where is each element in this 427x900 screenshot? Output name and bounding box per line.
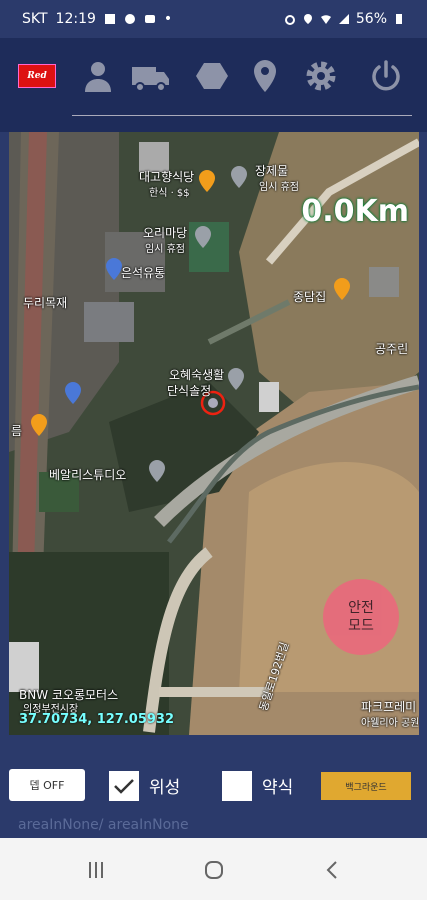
location-pin-icon[interactable] <box>247 58 283 94</box>
map-label: 단식솔정 <box>167 384 212 398</box>
control-panel: 뎁 OFF 위성 약식 백그라운드 <box>0 735 427 817</box>
check-icon <box>114 779 134 794</box>
battery-percent: 56% <box>355 11 387 27</box>
safe-mode-line2: 모드 <box>348 618 374 634</box>
restaurant-pin-icon[interactable] <box>199 170 215 192</box>
carrier-label: SKT <box>22 11 48 27</box>
safe-mode-line1: 안전 <box>348 600 374 616</box>
recent-apps-icon[interactable] <box>86 860 106 880</box>
map-label: 오리마당 <box>143 226 188 240</box>
toolbar-divider <box>72 115 412 116</box>
map-label: 임시 휴점 <box>259 182 299 193</box>
clock: 12:19 <box>55 11 96 27</box>
distance-readout: 0.0Km <box>301 194 409 229</box>
coordinates-readout: 37.70734, 127.05932 <box>19 712 175 727</box>
battery-icon <box>396 14 402 24</box>
restaurant-pin-icon[interactable] <box>334 278 350 300</box>
off-button[interactable]: 뎁 OFF <box>9 769 85 801</box>
shopping-pin-icon[interactable] <box>106 258 122 280</box>
map-label: 임시 휴점 <box>145 244 185 255</box>
logo: Red <box>18 64 56 88</box>
abbrev-checkbox[interactable] <box>222 771 252 801</box>
map-label: 파크프레미 <box>361 700 417 714</box>
map-label: 아웰리아 공원 <box>361 718 419 729</box>
area-status-text: areaInNone/ areaInNone <box>18 817 189 833</box>
map-label: 은석유통 <box>121 266 166 280</box>
gear-icon[interactable] <box>303 58 339 94</box>
gallery-icon <box>104 14 115 24</box>
background-button[interactable]: 백그라운드 <box>321 772 411 800</box>
hexagon-icon[interactable] <box>194 58 230 94</box>
place-pin-icon[interactable] <box>149 460 165 482</box>
safe-mode-button[interactable]: 안전 모드 <box>323 579 399 655</box>
satellite-checkbox[interactable] <box>109 771 139 801</box>
user-icon[interactable] <box>80 58 116 94</box>
home-icon[interactable] <box>204 860 224 880</box>
map-label: 한식 · $$ <box>149 188 190 199</box>
top-toolbar: Red <box>0 38 427 132</box>
notification-dot: • <box>163 11 173 27</box>
map-label: 베알리스튜디오 <box>49 468 127 482</box>
place-pin-icon[interactable] <box>228 368 244 390</box>
status-bar: SKT 12:19 • 56% <box>0 0 427 38</box>
abbrev-label: 약식 <box>262 778 294 798</box>
map-label: 두리목재 <box>23 296 68 310</box>
shopping-pin-icon[interactable] <box>65 382 81 404</box>
map-label: 오혜숙생활 <box>169 368 225 382</box>
place-pin-icon[interactable] <box>195 226 211 248</box>
truck-icon[interactable] <box>130 58 170 94</box>
map-label: 종담집 <box>293 290 327 304</box>
map-label: 름 <box>11 424 23 438</box>
map-label: 대고향식당 <box>139 170 195 184</box>
back-icon[interactable] <box>323 860 343 880</box>
satellite-map[interactable]: 대고향식당 한식 · $$ 장제물 임시 휴점 오리마당 임시 휴점 은석유통 … <box>9 132 419 735</box>
restaurant-pin-icon[interactable] <box>31 414 47 436</box>
map-label: 공주린 <box>375 342 409 356</box>
satellite-label: 위성 <box>149 778 181 798</box>
message-icon <box>144 15 155 23</box>
signal-icon <box>338 14 349 24</box>
power-icon[interactable] <box>368 58 404 94</box>
wifi-icon <box>320 15 331 24</box>
location-icon <box>303 14 312 24</box>
alarm-icon <box>284 15 295 25</box>
chat-icon <box>124 14 135 24</box>
place-pin-icon[interactable] <box>231 166 247 188</box>
system-nav-bar <box>0 838 427 900</box>
map-label: 장제물 <box>255 164 289 178</box>
